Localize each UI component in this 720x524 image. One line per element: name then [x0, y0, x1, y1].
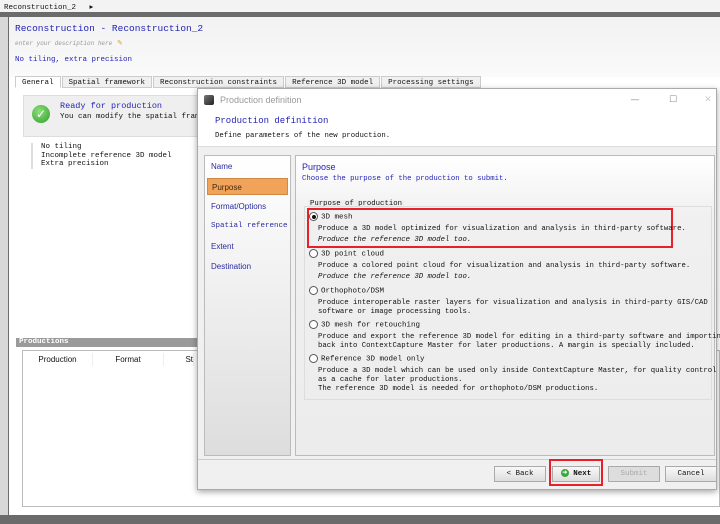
tab-processing-settings[interactable]: Processing settings — [381, 76, 481, 88]
panel-title: Purpose — [302, 162, 336, 172]
option-3d-point-cloud[interactable]: 3D point cloud — [309, 249, 384, 258]
minimize-icon[interactable]: — — [628, 93, 642, 107]
column-header-status[interactable]: St — [164, 353, 194, 366]
breadcrumb[interactable]: Reconstruction_2 — [4, 4, 76, 12]
nav-item-spatial-reference[interactable]: Spatial reference s — [207, 218, 288, 235]
maximize-icon[interactable]: ☐ — [666, 93, 680, 107]
tab-bar: General Spatial framework Reconstruction… — [15, 76, 482, 88]
tab-spatial-framework[interactable]: Spatial framework — [61, 76, 153, 88]
bottom-band — [0, 515, 720, 524]
column-header-format[interactable]: Format — [93, 353, 164, 366]
app-cube-icon — [204, 95, 214, 105]
back-button[interactable]: < Back — [494, 466, 546, 482]
option-desc: Produce a 3D model optimized for visuali… — [318, 225, 686, 233]
note: No tiling — [41, 143, 82, 151]
wizard-nav: Name Purpose Format/Options Spatial refe… — [204, 155, 291, 456]
status-notes: No tiling Incomplete reference 3D model … — [31, 143, 172, 169]
status-message: You can modify the spatial framewor — [60, 113, 218, 121]
option-desc: Produce a colored point cloud for visual… — [318, 262, 691, 270]
page-title: Reconstruction - Reconstruction_2 — [15, 23, 204, 34]
option-label: Orthophoto/DSM — [321, 287, 385, 296]
radio-icon[interactable] — [309, 249, 318, 258]
option-desc: as a cache for later productions. — [318, 376, 463, 384]
option-desc: Produce and export the reference 3D mode… — [318, 333, 720, 341]
note: Extra precision — [41, 160, 109, 168]
summary: No tiling, extra precision — [15, 56, 133, 64]
option-orthophoto-dsm[interactable]: Orthophoto/DSM — [309, 286, 384, 295]
productions-header: Productions — [16, 338, 206, 347]
dialog-subtitle: Define parameters of the new production. — [215, 132, 391, 140]
radio-icon[interactable] — [309, 286, 318, 295]
option-note: Produce the reference 3D model too. — [318, 236, 472, 244]
radio-icon[interactable] — [309, 320, 318, 329]
nav-item-name[interactable]: Name — [207, 158, 288, 175]
tab-reconstruction-constraints[interactable]: Reconstruction constraints — [153, 76, 285, 88]
tab-reference-3d-model[interactable]: Reference 3D model — [285, 76, 381, 88]
option-label: 3D point cloud — [321, 250, 385, 259]
next-button[interactable]: ➜ Next — [552, 466, 600, 482]
dialog-header: Production definition Define parameters … — [198, 111, 716, 147]
option-label: 3D mesh for retouching — [321, 321, 421, 330]
option-desc: Produce interoperable raster layers for … — [318, 299, 708, 307]
panel-subtitle: Choose the purpose of the production to … — [302, 175, 508, 183]
close-icon[interactable]: ✕ — [701, 93, 715, 107]
option-label: 3D mesh — [321, 213, 353, 222]
option-desc: Produce a 3D model which can be used onl… — [318, 367, 720, 375]
next-label: Next — [573, 470, 592, 478]
radio-icon[interactable] — [309, 354, 318, 363]
left-strip — [0, 17, 8, 515]
window-title: Production definition — [220, 95, 302, 105]
arrow-right-icon: ➜ — [560, 469, 569, 478]
tab-general[interactable]: General — [15, 76, 61, 88]
divider — [198, 459, 716, 460]
option-label: Reference 3D model only — [321, 355, 425, 364]
description-field[interactable]: enter your description here — [15, 40, 112, 47]
header: Reconstruction - Reconstruction_2 enter … — [9, 17, 720, 77]
submit-button[interactable]: Submit — [608, 466, 660, 482]
purpose-panel: Purpose Choose the purpose of the produc… — [295, 155, 720, 456]
radio-selected-icon[interactable] — [309, 212, 318, 221]
breadcrumb-arrow-icon[interactable]: ▸ — [90, 4, 94, 12]
purpose-group: 3D mesh Produce a 3D model optimized for… — [304, 206, 720, 400]
option-3d-mesh[interactable]: 3D mesh — [309, 212, 353, 221]
nav-item-purpose[interactable]: Purpose — [207, 178, 288, 195]
production-definition-dialog: Production definition — ☐ ✕ Production d… — [197, 88, 720, 490]
cancel-button[interactable]: Cancel — [665, 466, 717, 482]
nav-item-format-options[interactable]: Format/Options — [207, 198, 288, 215]
nav-item-extent[interactable]: Extent — [207, 238, 288, 255]
option-desc: software or image processing tools. — [318, 308, 472, 316]
breadcrumb-bar: Reconstruction_2 ▸ — [0, 0, 720, 12]
option-3d-mesh-retouching[interactable]: 3D mesh for retouching — [309, 320, 420, 329]
status-title: Ready for production — [60, 101, 163, 111]
pencil-icon[interactable]: ✎ — [117, 39, 123, 48]
dialog-title: Production definition — [215, 116, 329, 126]
option-desc: The reference 3D model is needed for ort… — [318, 385, 599, 393]
option-note: Produce the reference 3D model too. — [318, 273, 472, 281]
note: Incomplete reference 3D model — [41, 151, 172, 160]
option-reference-3d-model-only[interactable]: Reference 3D model only — [309, 354, 425, 363]
check-icon: ✓ — [32, 105, 50, 123]
dialog-titlebar: Production definition — ☐ ✕ — [198, 89, 716, 111]
nav-item-destination[interactable]: Destination — [207, 258, 288, 275]
option-desc: back into ContextCapture Master for late… — [318, 342, 695, 350]
status-box: ✓ Ready for production You can modify th… — [23, 95, 218, 137]
column-header-production[interactable]: Production — [23, 353, 93, 366]
